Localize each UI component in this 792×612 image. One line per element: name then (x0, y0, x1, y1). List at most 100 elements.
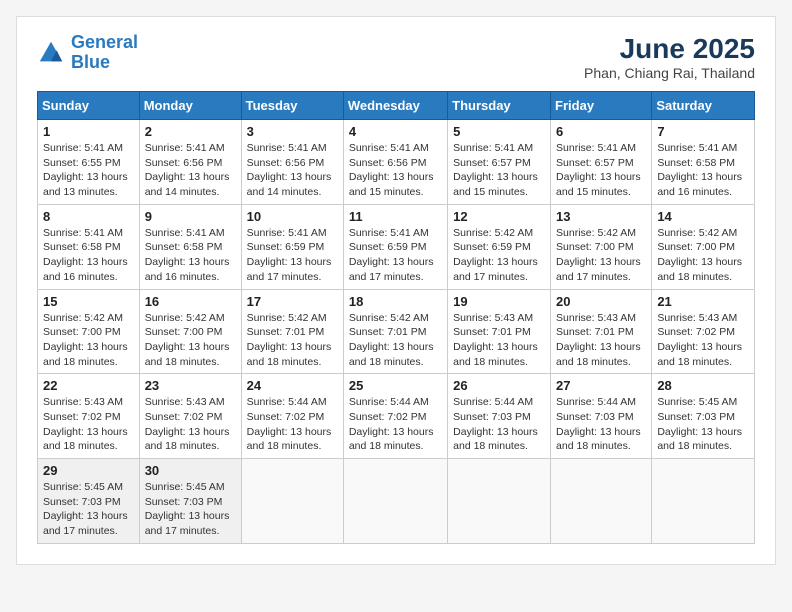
table-row: 11 Sunrise: 5:41 AM Sunset: 6:59 PM Dayl… (343, 204, 447, 289)
table-row: 13 Sunrise: 5:42 AM Sunset: 7:00 PM Dayl… (551, 204, 652, 289)
table-row: 6 Sunrise: 5:41 AM Sunset: 6:57 PM Dayli… (551, 120, 652, 205)
day-number: 11 (349, 209, 442, 224)
header-thursday: Thursday (448, 92, 551, 120)
table-row: 9 Sunrise: 5:41 AM Sunset: 6:58 PM Dayli… (139, 204, 241, 289)
table-row: 25 Sunrise: 5:44 AM Sunset: 7:02 PM Dayl… (343, 374, 447, 459)
header-monday: Monday (139, 92, 241, 120)
location: Phan, Chiang Rai, Thailand (584, 65, 755, 81)
table-row: 4 Sunrise: 5:41 AM Sunset: 6:56 PM Dayli… (343, 120, 447, 205)
day-info: Sunrise: 5:43 AM Sunset: 7:02 PM Dayligh… (145, 395, 236, 454)
day-info: Sunrise: 5:41 AM Sunset: 6:55 PM Dayligh… (43, 141, 134, 200)
day-info: Sunrise: 5:41 AM Sunset: 6:58 PM Dayligh… (43, 226, 134, 285)
day-number: 18 (349, 294, 442, 309)
table-row (343, 459, 447, 544)
day-info: Sunrise: 5:41 AM Sunset: 6:57 PM Dayligh… (453, 141, 545, 200)
logo-general: General (71, 32, 138, 52)
table-row: 5 Sunrise: 5:41 AM Sunset: 6:57 PM Dayli… (448, 120, 551, 205)
day-info: Sunrise: 5:43 AM Sunset: 7:02 PM Dayligh… (43, 395, 134, 454)
day-number: 5 (453, 124, 545, 139)
table-row: 15 Sunrise: 5:42 AM Sunset: 7:00 PM Dayl… (38, 289, 140, 374)
table-row: 28 Sunrise: 5:45 AM Sunset: 7:03 PM Dayl… (652, 374, 755, 459)
day-number: 20 (556, 294, 646, 309)
logo-icon (37, 39, 65, 67)
table-row: 29 Sunrise: 5:45 AM Sunset: 7:03 PM Dayl… (38, 459, 140, 544)
month-title: June 2025 (584, 33, 755, 65)
day-info: Sunrise: 5:45 AM Sunset: 7:03 PM Dayligh… (657, 395, 749, 454)
day-info: Sunrise: 5:41 AM Sunset: 6:56 PM Dayligh… (349, 141, 442, 200)
table-row: 22 Sunrise: 5:43 AM Sunset: 7:02 PM Dayl… (38, 374, 140, 459)
table-row: 24 Sunrise: 5:44 AM Sunset: 7:02 PM Dayl… (241, 374, 343, 459)
day-info: Sunrise: 5:45 AM Sunset: 7:03 PM Dayligh… (145, 480, 236, 539)
day-number: 30 (145, 463, 236, 478)
calendar-week-row: 1 Sunrise: 5:41 AM Sunset: 6:55 PM Dayli… (38, 120, 755, 205)
table-row: 21 Sunrise: 5:43 AM Sunset: 7:02 PM Dayl… (652, 289, 755, 374)
table-row: 14 Sunrise: 5:42 AM Sunset: 7:00 PM Dayl… (652, 204, 755, 289)
day-info: Sunrise: 5:42 AM Sunset: 7:01 PM Dayligh… (247, 311, 338, 370)
logo: General Blue (37, 33, 138, 73)
day-info: Sunrise: 5:42 AM Sunset: 7:00 PM Dayligh… (43, 311, 134, 370)
table-row (241, 459, 343, 544)
table-row: 23 Sunrise: 5:43 AM Sunset: 7:02 PM Dayl… (139, 374, 241, 459)
table-row: 19 Sunrise: 5:43 AM Sunset: 7:01 PM Dayl… (448, 289, 551, 374)
header-sunday: Sunday (38, 92, 140, 120)
day-info: Sunrise: 5:41 AM Sunset: 6:57 PM Dayligh… (556, 141, 646, 200)
table-row: 16 Sunrise: 5:42 AM Sunset: 7:00 PM Dayl… (139, 289, 241, 374)
day-info: Sunrise: 5:45 AM Sunset: 7:03 PM Dayligh… (43, 480, 134, 539)
header-saturday: Saturday (652, 92, 755, 120)
day-info: Sunrise: 5:44 AM Sunset: 7:02 PM Dayligh… (349, 395, 442, 454)
day-info: Sunrise: 5:42 AM Sunset: 7:01 PM Dayligh… (349, 311, 442, 370)
table-row: 10 Sunrise: 5:41 AM Sunset: 6:59 PM Dayl… (241, 204, 343, 289)
day-number: 3 (247, 124, 338, 139)
table-row: 2 Sunrise: 5:41 AM Sunset: 6:56 PM Dayli… (139, 120, 241, 205)
day-number: 1 (43, 124, 134, 139)
table-row: 20 Sunrise: 5:43 AM Sunset: 7:01 PM Dayl… (551, 289, 652, 374)
day-number: 25 (349, 378, 442, 393)
day-number: 8 (43, 209, 134, 224)
calendar-container: General Blue June 2025 Phan, Chiang Rai,… (16, 16, 776, 565)
day-info: Sunrise: 5:44 AM Sunset: 7:03 PM Dayligh… (453, 395, 545, 454)
weekday-header-row: Sunday Monday Tuesday Wednesday Thursday… (38, 92, 755, 120)
day-number: 13 (556, 209, 646, 224)
day-info: Sunrise: 5:41 AM Sunset: 6:59 PM Dayligh… (247, 226, 338, 285)
day-info: Sunrise: 5:41 AM Sunset: 6:56 PM Dayligh… (145, 141, 236, 200)
day-info: Sunrise: 5:43 AM Sunset: 7:01 PM Dayligh… (556, 311, 646, 370)
day-number: 12 (453, 209, 545, 224)
table-row (448, 459, 551, 544)
table-row: 27 Sunrise: 5:44 AM Sunset: 7:03 PM Dayl… (551, 374, 652, 459)
day-info: Sunrise: 5:44 AM Sunset: 7:02 PM Dayligh… (247, 395, 338, 454)
day-info: Sunrise: 5:43 AM Sunset: 7:01 PM Dayligh… (453, 311, 545, 370)
day-number: 6 (556, 124, 646, 139)
header-friday: Friday (551, 92, 652, 120)
day-number: 23 (145, 378, 236, 393)
day-info: Sunrise: 5:44 AM Sunset: 7:03 PM Dayligh… (556, 395, 646, 454)
day-number: 9 (145, 209, 236, 224)
table-row: 12 Sunrise: 5:42 AM Sunset: 6:59 PM Dayl… (448, 204, 551, 289)
calendar-table: Sunday Monday Tuesday Wednesday Thursday… (37, 91, 755, 544)
day-number: 24 (247, 378, 338, 393)
day-info: Sunrise: 5:41 AM Sunset: 6:59 PM Dayligh… (349, 226, 442, 285)
header: General Blue June 2025 Phan, Chiang Rai,… (37, 33, 755, 81)
day-number: 19 (453, 294, 545, 309)
day-number: 26 (453, 378, 545, 393)
day-number: 16 (145, 294, 236, 309)
day-number: 17 (247, 294, 338, 309)
table-row: 30 Sunrise: 5:45 AM Sunset: 7:03 PM Dayl… (139, 459, 241, 544)
table-row: 8 Sunrise: 5:41 AM Sunset: 6:58 PM Dayli… (38, 204, 140, 289)
day-info: Sunrise: 5:41 AM Sunset: 6:58 PM Dayligh… (145, 226, 236, 285)
day-info: Sunrise: 5:42 AM Sunset: 7:00 PM Dayligh… (556, 226, 646, 285)
title-block: June 2025 Phan, Chiang Rai, Thailand (584, 33, 755, 81)
day-number: 15 (43, 294, 134, 309)
table-row: 18 Sunrise: 5:42 AM Sunset: 7:01 PM Dayl… (343, 289, 447, 374)
day-number: 14 (657, 209, 749, 224)
logo-blue: Blue (71, 52, 110, 72)
day-number: 7 (657, 124, 749, 139)
day-info: Sunrise: 5:42 AM Sunset: 7:00 PM Dayligh… (657, 226, 749, 285)
day-info: Sunrise: 5:42 AM Sunset: 6:59 PM Dayligh… (453, 226, 545, 285)
table-row: 3 Sunrise: 5:41 AM Sunset: 6:56 PM Dayli… (241, 120, 343, 205)
calendar-week-row: 29 Sunrise: 5:45 AM Sunset: 7:03 PM Dayl… (38, 459, 755, 544)
calendar-week-row: 22 Sunrise: 5:43 AM Sunset: 7:02 PM Dayl… (38, 374, 755, 459)
logo-text: General Blue (71, 33, 138, 73)
table-row (652, 459, 755, 544)
day-number: 29 (43, 463, 134, 478)
table-row: 1 Sunrise: 5:41 AM Sunset: 6:55 PM Dayli… (38, 120, 140, 205)
